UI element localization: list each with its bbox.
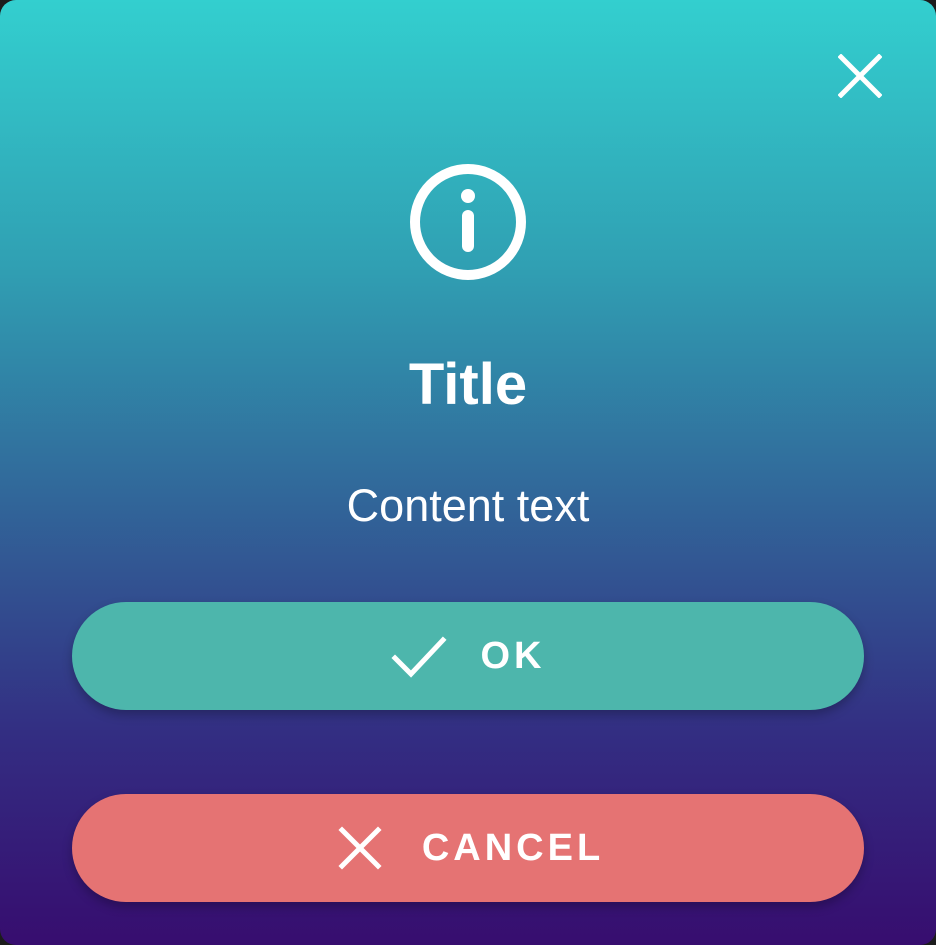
check-icon (390, 628, 447, 684)
ok-button-label: OK (480, 634, 546, 677)
close-icon (838, 54, 882, 98)
dialog-title: Title (408, 352, 528, 417)
ok-button[interactable]: OK (72, 602, 864, 710)
info-icon (410, 164, 526, 280)
info-dialog: Title Content text OK CANCEL (0, 0, 936, 945)
dialog-content: Content text (346, 480, 590, 531)
cancel-button[interactable]: CANCEL (72, 794, 864, 902)
cancel-button-label: CANCEL (421, 826, 605, 869)
close-icon (332, 820, 388, 876)
close-button[interactable] (830, 46, 890, 106)
